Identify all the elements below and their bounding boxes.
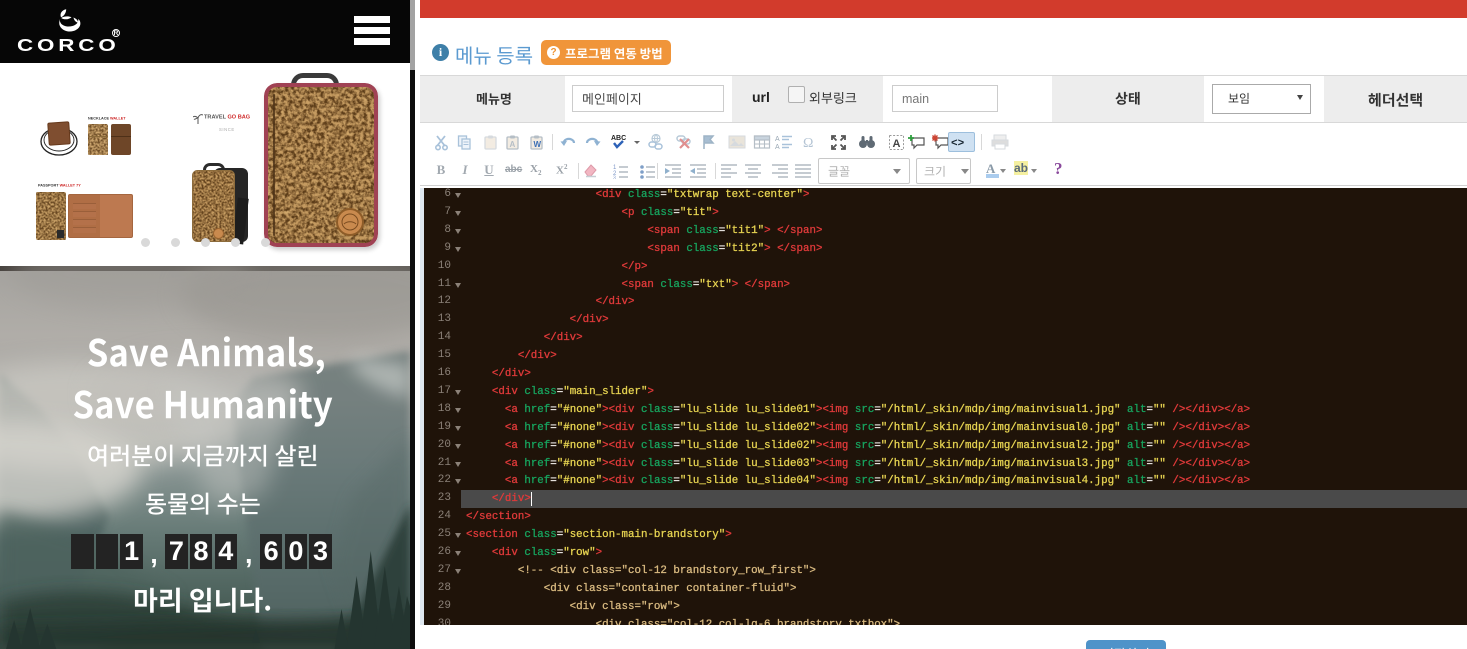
svg-text:A: A [510,140,516,149]
svg-text:A: A [893,138,901,150]
svg-text:Ω: Ω [803,136,813,150]
svg-text:A: A [775,144,780,150]
svg-text:A: A [775,136,780,143]
svg-text:ABC: ABC [611,135,626,142]
svg-text:<>: <> [951,138,965,149]
svg-text:3: 3 [613,176,616,180]
svg-text:W: W [534,140,542,149]
